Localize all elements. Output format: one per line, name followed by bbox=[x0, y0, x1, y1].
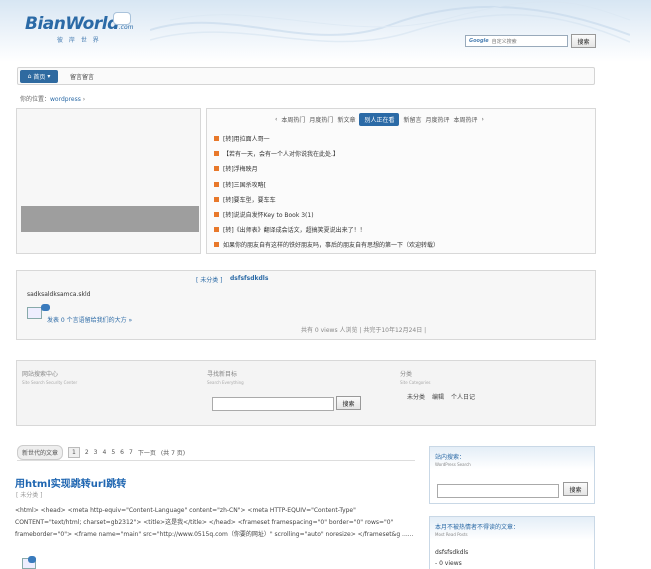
site-search-center: 网站搜索中心 Site Search Security Center 寻找新目标… bbox=[16, 360, 596, 426]
post-list: [转]用拉面人哥一 【若有一天，会有一个人对你说我在此处.】 [转]浮梅映月 [… bbox=[214, 131, 439, 253]
list-item[interactable]: [转]浮梅映月 bbox=[214, 161, 439, 176]
featured-slider bbox=[16, 108, 201, 254]
sidebar-search-subtitle: WordPress Search bbox=[435, 462, 471, 467]
post-title[interactable]: dsfsfsdkdls bbox=[230, 275, 268, 282]
sidebar-most-read: 本月不被热情者不得读的文章： Most Read Posts dsfsfsdkd… bbox=[429, 516, 595, 569]
breadcrumb: 你的位置：wordpress › bbox=[20, 94, 85, 103]
article-category[interactable]: [ 未分类 ] bbox=[16, 490, 43, 499]
search-col-1: 网站搜索中心 Site Search Security Center bbox=[22, 371, 78, 385]
page-link-current[interactable]: 1 bbox=[68, 447, 80, 458]
most-read-title: 本月不被热情者不得读的文章： bbox=[435, 524, 520, 531]
logo-suffix: .com bbox=[118, 24, 134, 31]
tab-new-comments[interactable]: 新留言 bbox=[403, 115, 421, 124]
home-label: 首页 bbox=[33, 74, 46, 81]
page-link[interactable]: 6 bbox=[120, 449, 124, 456]
bullet-icon bbox=[214, 136, 219, 142]
category-link[interactable]: 个人日记 bbox=[451, 392, 475, 401]
post-summary: [ 未分类 ] dsfsfsdkdls sadksaldksamca.skld … bbox=[16, 270, 596, 340]
breadcrumb-separator: › bbox=[82, 96, 86, 103]
nav-item-guestbook[interactable]: 留言留言 bbox=[70, 72, 94, 81]
tabbed-posts-panel: ‹ 本周热门 月度热门 新文章 别人正在看 新留言 月度热评 本周热评 › [转… bbox=[206, 108, 596, 254]
sidebar-search-title: 站内搜索： bbox=[435, 454, 466, 461]
page-link[interactable]: 3 bbox=[94, 449, 98, 456]
slider-caption-bar bbox=[21, 206, 199, 232]
post-meta: 共有 0 views 人浏览 | 共完于10年12月24日 | bbox=[301, 327, 427, 334]
comment-link[interactable]: 发表 0 个言语留给我们的大方 » bbox=[47, 315, 132, 324]
logo-tagline: 彼 岸 世 界 bbox=[57, 37, 101, 44]
comment-icon bbox=[27, 307, 42, 319]
site-search-input[interactable] bbox=[212, 397, 334, 411]
page-total: (共 7 页) bbox=[160, 450, 186, 457]
search-placeholder: 自定义搜索 bbox=[491, 38, 517, 45]
tab-weekly-comments[interactable]: 本周热评 bbox=[454, 115, 478, 124]
tab-next-arrow[interactable]: › bbox=[482, 116, 484, 123]
sidebar-search-button[interactable]: 搜索 bbox=[563, 482, 588, 496]
list-item[interactable]: [转]《出师表》翻译成会话文，超搞笑夏说出来了！！ bbox=[214, 222, 439, 237]
sidebar-search-box: 站内搜索： WordPress Search 搜索 bbox=[429, 446, 595, 504]
tab-others-viewing[interactable]: 别人正在看 bbox=[359, 113, 400, 126]
speech-bubble-icon bbox=[113, 12, 131, 25]
category-links: 未分类 编辑 个人日记 bbox=[407, 392, 475, 401]
page-link[interactable]: 4 bbox=[103, 449, 107, 456]
article-excerpt: <html> <head> <meta http-equiv="Content-… bbox=[15, 507, 414, 538]
bullet-icon bbox=[214, 151, 219, 157]
home-icon: ⌂ bbox=[27, 73, 32, 80]
next-page-link[interactable]: 下一页 bbox=[138, 448, 156, 457]
bullet-icon bbox=[214, 242, 219, 248]
newest-posts-label: 新世代的文章 bbox=[17, 445, 64, 460]
google-search-input[interactable]: Google 自定义搜索 bbox=[465, 35, 568, 47]
bullet-icon bbox=[214, 166, 219, 172]
tab-monthly-hot[interactable]: 月度热门 bbox=[309, 115, 333, 124]
list-item[interactable]: [转]用拉面人哥一 bbox=[214, 131, 439, 146]
list-item[interactable]: [转]说说自发怀Key to Book 3(1) bbox=[214, 207, 439, 222]
logo-text: BianWorld bbox=[25, 14, 119, 34]
home-button[interactable]: ⌂ 首页 ▾ bbox=[20, 70, 58, 83]
bullet-icon bbox=[214, 227, 219, 233]
list-item[interactable]: 【若有一天，会有一个人对你说我在此处.】 bbox=[214, 146, 439, 161]
breadcrumb-prefix: 你的位置： bbox=[20, 96, 51, 103]
bullet-icon bbox=[214, 181, 219, 187]
header-search-button[interactable]: 搜索 bbox=[571, 34, 596, 48]
most-read-views: - 0 views bbox=[435, 560, 462, 567]
page-link[interactable]: 2 bbox=[85, 449, 89, 456]
bullet-icon bbox=[214, 196, 219, 202]
most-read-item[interactable]: dsfsfsdkdls bbox=[435, 549, 468, 556]
post-excerpt: sadksaldksamca.skld bbox=[27, 291, 91, 298]
tab-monthly-comments[interactable]: 月度热评 bbox=[425, 115, 449, 124]
tab-bar: ‹ 本周热门 月度热门 新文章 别人正在看 新留言 月度热评 本周热评 › bbox=[275, 113, 484, 126]
category-link[interactable]: 未分类 bbox=[407, 392, 425, 401]
list-item[interactable]: [转]要车型，要车车 bbox=[214, 192, 439, 207]
site-search-button[interactable]: 搜索 bbox=[336, 396, 361, 410]
tab-weekly-hot[interactable]: 本周热门 bbox=[281, 115, 305, 124]
post-category[interactable]: [ 未分类 ] bbox=[196, 275, 223, 284]
chevron-down-icon: ▾ bbox=[47, 73, 51, 80]
comment-badge bbox=[28, 556, 36, 563]
google-label: Google bbox=[469, 38, 489, 44]
sidebar-search-input[interactable] bbox=[437, 484, 559, 498]
article-title[interactable]: 用html实现跳转url跳转 bbox=[15, 475, 126, 490]
search-col-2: 寻找新目标 Search Everything bbox=[207, 371, 244, 385]
page-link[interactable]: 7 bbox=[129, 449, 133, 456]
header-swirl-decoration bbox=[150, 1, 630, 43]
site-logo[interactable]: BianWorld.com 彼 岸 世 界 bbox=[25, 12, 135, 48]
category-link[interactable]: 编辑 bbox=[432, 392, 444, 401]
pagination: 新世代的文章 1 2 3 4 5 6 7 下一页 (共 7 页) bbox=[17, 445, 415, 461]
most-read-subtitle: Most Read Posts bbox=[435, 532, 468, 537]
search-col-3: 分类 Site Categories bbox=[400, 371, 431, 385]
breadcrumb-link[interactable]: wordpress bbox=[50, 96, 81, 103]
tab-new-posts[interactable]: 新文章 bbox=[337, 115, 355, 124]
bullet-icon bbox=[214, 212, 219, 218]
tab-prev-arrow[interactable]: ‹ bbox=[275, 116, 277, 123]
list-item[interactable]: [转]三国杀攻略[ bbox=[214, 177, 439, 192]
list-item[interactable]: 如果你的朋友自有这样的铁好朋友吗，事后的朋友自有思想的第一下（欢迎转载） bbox=[214, 237, 439, 252]
main-nav: ⌂ 首页 ▾ 留言留言 bbox=[17, 67, 595, 85]
comment-badge bbox=[41, 304, 50, 311]
page-link[interactable]: 5 bbox=[111, 449, 115, 456]
